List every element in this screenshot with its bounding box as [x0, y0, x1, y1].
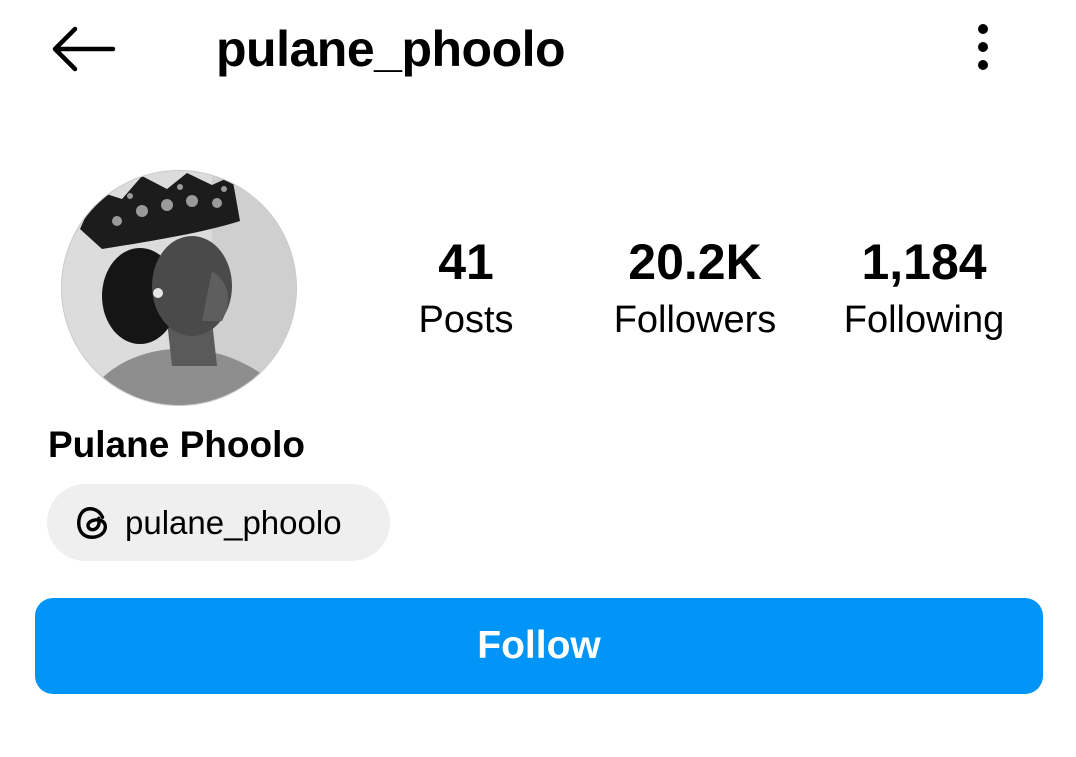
- threads-profile-link[interactable]: pulane_phoolo: [47, 484, 390, 561]
- posts-count: 41 Posts: [400, 230, 532, 346]
- top-bar: pulane_phoolo: [0, 0, 1076, 100]
- follow-button[interactable]: Follow: [35, 598, 1043, 694]
- arrow-left-icon: [47, 24, 117, 79]
- following-label: Following: [843, 299, 1005, 341]
- posts-label: Posts: [418, 299, 514, 341]
- followers-label: Followers: [613, 299, 777, 341]
- followers-count[interactable]: 20.2K Followers: [596, 230, 794, 346]
- page-title: pulane_phoolo: [216, 21, 566, 77]
- threads-icon: [73, 503, 113, 543]
- following-count[interactable]: 1,184 Following: [826, 230, 1022, 346]
- followers-value: 20.2K: [628, 234, 762, 290]
- more-options-button[interactable]: [955, 18, 1011, 80]
- following-value: 1,184: [861, 234, 987, 290]
- posts-value: 41: [438, 234, 494, 290]
- vertical-ellipsis-icon: [976, 22, 990, 77]
- display-name: Pulane Phoolo: [48, 424, 305, 465]
- threads-handle: pulane_phoolo: [125, 503, 342, 541]
- avatar[interactable]: [61, 170, 297, 406]
- profile-photo: [62, 171, 296, 405]
- back-button[interactable]: [42, 18, 122, 84]
